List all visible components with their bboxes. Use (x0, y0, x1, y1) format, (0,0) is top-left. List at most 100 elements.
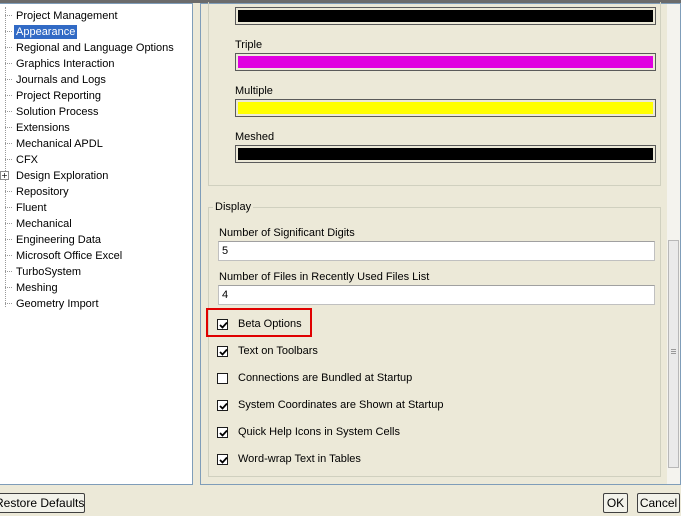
tree-item-label: Fluent (16, 202, 47, 214)
tree-connector-icon (5, 303, 12, 304)
tree-item-label: Project Reporting (16, 90, 101, 102)
tree-item[interactable]: Meshing (0, 280, 193, 296)
tree-item[interactable]: CFX (0, 152, 193, 168)
checkbox-checked-icon[interactable] (217, 427, 228, 438)
tree-connector-icon (5, 207, 12, 208)
checkbox-row[interactable]: System Coordinates are Shown at Startup (217, 399, 657, 415)
tree-connector-icon (5, 15, 12, 16)
tree-item-label: Graphics Interaction (16, 58, 115, 70)
appearance-options-panel: Triple Multiple Meshed Number of Signifi… (200, 2, 681, 485)
sig-digits-input[interactable]: 5 (218, 241, 655, 261)
tree-connector-icon (5, 287, 12, 288)
scrollbar-thumb[interactable] (668, 240, 679, 468)
tree-connector-icon (5, 31, 12, 32)
triple-color-label: Triple (235, 39, 263, 51)
tree-item[interactable]: Mechanical (0, 216, 193, 232)
tree-item[interactable]: Journals and Logs (0, 72, 193, 88)
tree-item-label: Mechanical APDL (16, 138, 103, 150)
vertical-scrollbar[interactable] (667, 4, 680, 484)
tree-item[interactable]: Project Management (0, 8, 193, 24)
meshed-color-swatch[interactable] (235, 145, 656, 163)
tree-item[interactable]: + Design Exploration (0, 168, 193, 184)
checkbox-label: Quick Help Icons in System Cells (238, 426, 400, 438)
beta-options-highlight (206, 308, 312, 337)
color-swatch-top-fill (238, 10, 653, 22)
multiple-color-swatch[interactable] (235, 99, 656, 117)
tree-connector-icon (5, 143, 12, 144)
scroll-grip-line (671, 349, 676, 350)
tree-item[interactable]: Extensions (0, 120, 193, 136)
tree-connector-icon (5, 223, 12, 224)
tree-connector-icon (5, 63, 12, 64)
checkbox-checked-icon[interactable] (217, 454, 228, 465)
checkbox-row[interactable]: Quick Help Icons in System Cells (217, 426, 657, 442)
checkbox-label: Connections are Bundled at Startup (238, 372, 413, 384)
checkbox-label: Text on Toolbars (238, 345, 318, 357)
checkbox-unchecked-icon[interactable] (217, 373, 228, 384)
tree-item[interactable]: Repository (0, 184, 193, 200)
tree-item-label: Engineering Data (16, 234, 102, 246)
triple-color-swatch[interactable] (235, 53, 656, 71)
scroll-grip-line (671, 351, 676, 352)
recent-files-input[interactable]: 4 (218, 285, 655, 305)
tree-item[interactable]: TurboSystem (0, 264, 193, 280)
multiple-color-label: Multiple (235, 85, 273, 97)
tree-item-label: TurboSystem (16, 266, 82, 278)
checkbox-row[interactable]: Word-wrap Text in Tables (217, 453, 657, 469)
tree-item[interactable]: Fluent (0, 200, 193, 216)
sig-digits-value: 5 (222, 245, 229, 257)
meshed-color-fill (238, 148, 653, 160)
recent-files-label: Number of Files in Recently Used Files L… (219, 271, 430, 283)
tree-item-label: Extensions (16, 122, 70, 134)
ok-button[interactable]: OK (603, 493, 628, 513)
tree-item-label: Journals and Logs (16, 74, 106, 86)
triple-color-fill (238, 56, 653, 68)
tree-item[interactable]: Solution Process (0, 104, 193, 120)
tree-item-label: CFX (16, 154, 38, 166)
tree-item-label: Mechanical (16, 218, 72, 230)
tree-item-label: Regional and Language Options (16, 42, 174, 54)
color-settings-group: Triple Multiple Meshed (208, 2, 661, 186)
tree-item[interactable]: Engineering Data (0, 232, 193, 248)
tree-connector-icon (5, 47, 12, 48)
tree-connector-icon (5, 79, 12, 80)
tree-item[interactable]: Graphics Interaction (0, 56, 193, 72)
checkbox-label: System Coordinates are Shown at Startup (238, 399, 444, 411)
display-group-title: Display (213, 201, 254, 213)
recent-files-value: 4 (222, 289, 229, 301)
tree-connector-icon (5, 127, 12, 128)
checkbox-row[interactable]: Connections are Bundled at Startup (217, 372, 657, 388)
tree-item[interactable]: Geometry Import (0, 296, 193, 312)
tree-connector-icon (5, 271, 12, 272)
tree-item-label: Meshing (16, 282, 58, 294)
tree-item-label: Design Exploration (16, 170, 109, 182)
cancel-button[interactable]: Cancel (637, 493, 680, 513)
checkbox-checked-icon[interactable] (217, 400, 228, 411)
tree-item-label: Geometry Import (16, 298, 99, 310)
checkbox-checked-icon[interactable] (217, 346, 228, 357)
tree-item[interactable]: Appearance (0, 24, 193, 40)
checkbox-row[interactable]: Text on Toolbars (217, 345, 657, 361)
sig-digits-label: Number of Significant Digits (219, 227, 355, 239)
tree-connector-icon (5, 191, 12, 192)
tree-item[interactable]: Regional and Language Options (0, 40, 193, 56)
tree-connector-icon (5, 159, 12, 160)
restore-defaults-button[interactable]: Restore Defaults (0, 493, 85, 513)
checkbox-label: Word-wrap Text in Tables (238, 453, 361, 465)
tree-item-label: Solution Process (16, 106, 99, 118)
scroll-grip-line (671, 353, 676, 354)
tree-item[interactable]: Microsoft Office Excel (0, 248, 193, 264)
tree-connector-icon (5, 255, 12, 256)
tree-item-label: Repository (16, 186, 69, 198)
display-group: Number of Significant Digits 5 Number of… (208, 207, 661, 477)
tree-connector-icon (5, 111, 12, 112)
tree-item-label: Appearance (14, 25, 78, 39)
tree-item-label: Microsoft Office Excel (16, 250, 123, 262)
tree-connector-icon (5, 95, 12, 96)
tree-item[interactable]: Project Reporting (0, 88, 193, 104)
tree-item[interactable]: Mechanical APDL (0, 136, 193, 152)
expand-icon[interactable]: + (0, 171, 9, 180)
tree-connector-icon (5, 239, 12, 240)
color-swatch-top[interactable] (235, 7, 656, 25)
tree-item-label: Project Management (16, 10, 118, 22)
